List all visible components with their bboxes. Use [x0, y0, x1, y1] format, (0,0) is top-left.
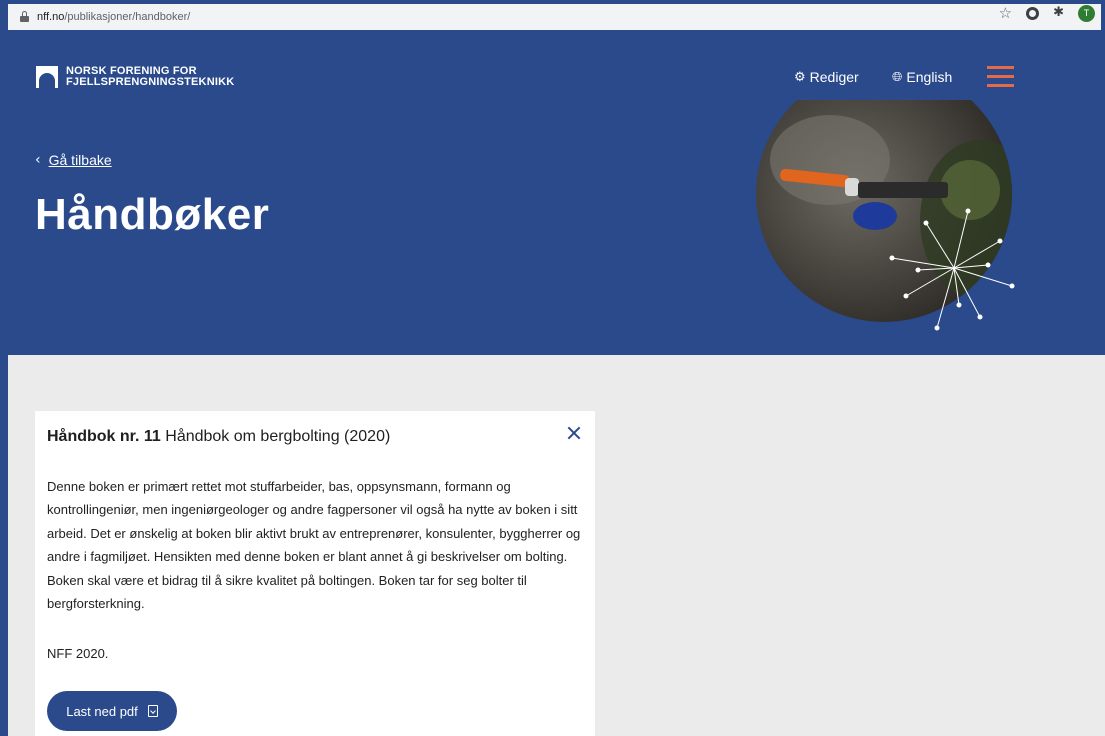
chevron-left-icon: ‹: [35, 152, 41, 168]
address-bar[interactable]: nff.no/publikasjoner/handboker/: [8, 4, 1101, 30]
extension-icon[interactable]: [1026, 6, 1040, 20]
back-label: Gå tilbake: [48, 152, 112, 168]
browser-toolbar: nff.no/publikasjoner/handboker/ ☆ ✱ T: [0, 0, 1105, 34]
card-description: Denne boken er primært rettet mot stuffa…: [47, 479, 581, 612]
logo-line-2: FJELLSPRENGNINGSTEKNIKK: [66, 76, 235, 88]
download-icon: [147, 705, 158, 717]
avatar[interactable]: T: [1078, 4, 1095, 22]
card-title-name: Håndbok om bergbolting (2020): [160, 428, 391, 445]
close-icon[interactable]: [566, 425, 582, 441]
globe-icon: 🌐︎: [892, 69, 903, 85]
edit-label: Rediger: [809, 69, 859, 85]
card-title-number: Håndbok nr. 11: [47, 428, 161, 445]
lock-icon: [20, 10, 29, 22]
url-text[interactable]: nff.no/publikasjoner/handboker/: [37, 11, 190, 23]
card-note: NFF 2020.: [47, 646, 109, 661]
page-title: Håndbøker: [35, 190, 270, 239]
download-pdf-label: Last ned pdf: [66, 703, 138, 719]
hero-image: [756, 100, 1015, 331]
download-pdf-button[interactable]: Last ned pdf: [47, 691, 177, 731]
logo-icon: [36, 66, 58, 88]
language-link[interactable]: 🌐︎ English: [892, 69, 952, 85]
gear-icon: ⚙: [794, 69, 806, 85]
card-title: Håndbok nr. 11 Håndbok om bergbolting (2…: [47, 428, 390, 446]
edit-link[interactable]: ⚙ Rediger: [794, 69, 859, 85]
left-edge-bar: [0, 355, 8, 736]
site-logo[interactable]: NORSK FORENING FOR FJELLSPRENGNINGSTEKNI…: [36, 66, 234, 88]
url-path: /publikasjoner/handboker/: [64, 11, 191, 23]
handbook-card: Håndbok nr. 11 Håndbok om bergbolting (2…: [35, 411, 595, 736]
language-label: English: [906, 69, 953, 85]
url-domain: nff.no: [37, 11, 65, 23]
star-icon[interactable]: ☆: [999, 4, 1012, 22]
hamburger-menu-icon[interactable]: [987, 66, 1014, 88]
back-link[interactable]: ‹ Gå tilbake: [35, 152, 112, 168]
puzzle-icon[interactable]: ✱: [1053, 4, 1064, 22]
